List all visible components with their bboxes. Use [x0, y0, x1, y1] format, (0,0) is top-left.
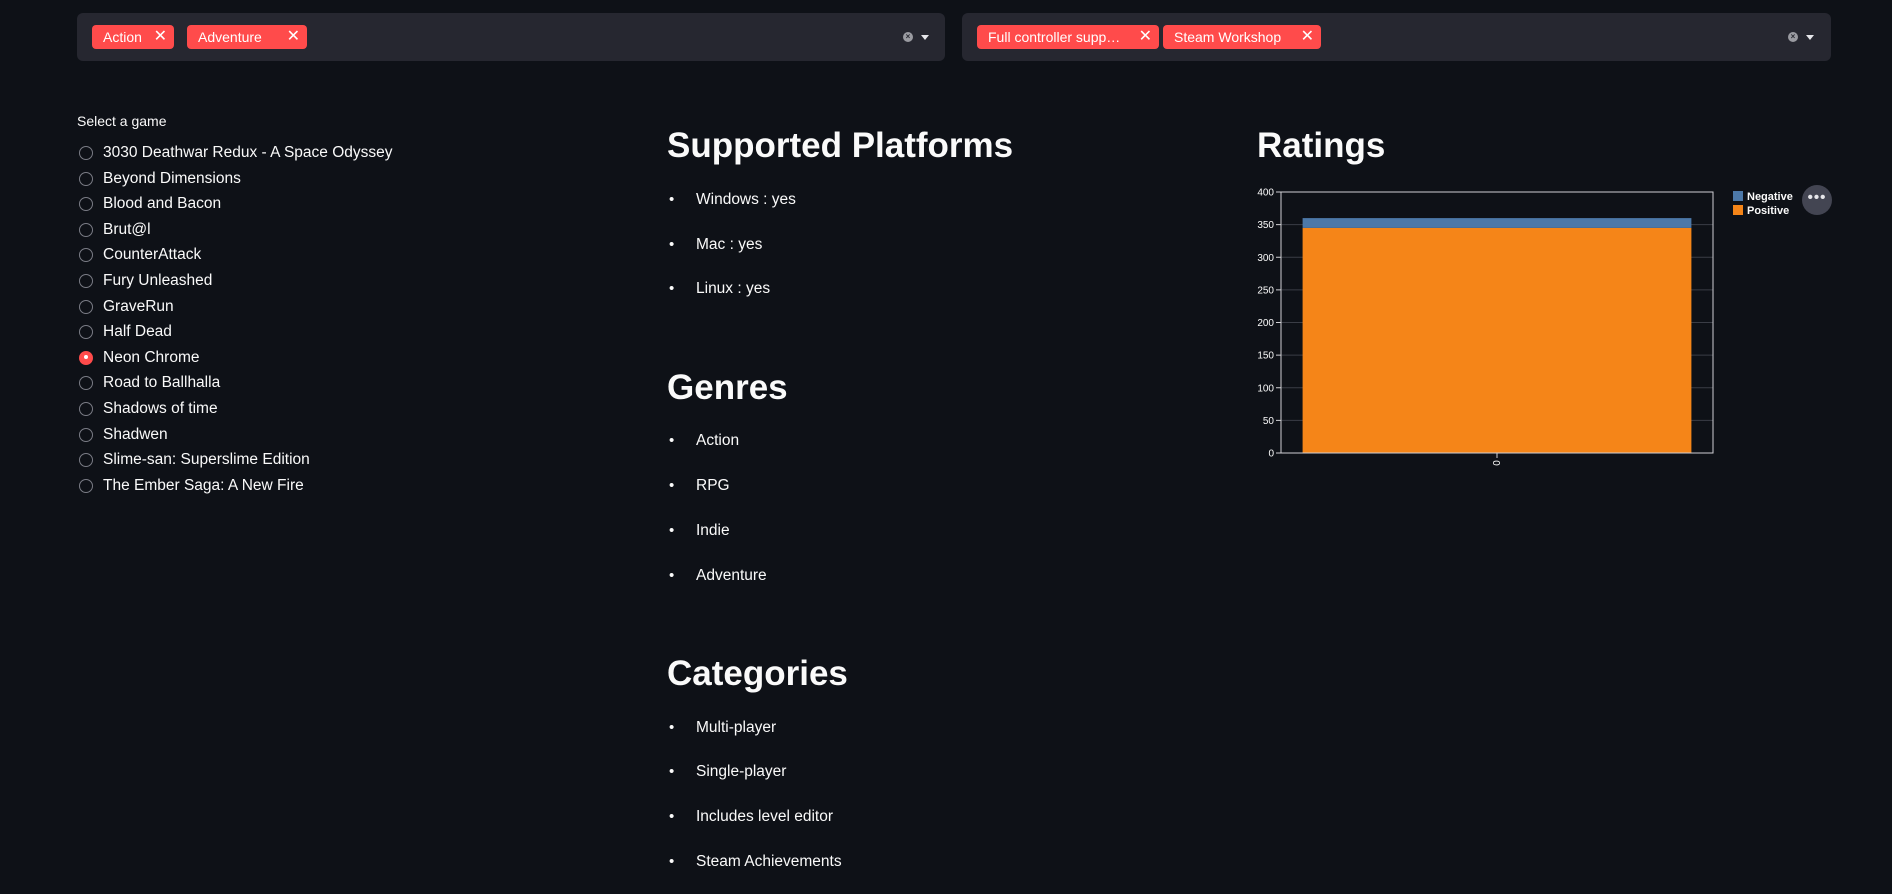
remove-tag-icon[interactable]: ✕ — [1301, 25, 1314, 49]
platform-item: • Mac : yes — [669, 236, 763, 253]
game-radio-label: Neon Chrome — [103, 348, 200, 366]
game-radio-option[interactable]: The Ember Saga: A New Fire — [79, 475, 304, 497]
game-radio-label: Shadwen — [103, 425, 168, 443]
game-radio-option[interactable]: Half Dead — [79, 321, 172, 343]
tag-label: Adventure — [198, 29, 262, 45]
game-radio-option[interactable]: Road to Ballhalla — [79, 372, 220, 394]
legend-label-negative: Negative — [1747, 191, 1793, 203]
radio-unselected-icon[interactable] — [79, 402, 93, 416]
game-radio-label: Beyond Dimensions — [103, 169, 241, 187]
radio-unselected-icon[interactable] — [79, 299, 93, 314]
platform-item: • Windows : yes — [669, 191, 796, 208]
game-radio-option[interactable]: Brut@l — [79, 219, 151, 241]
bar-positive — [1302, 227, 1692, 453]
category-item: • Multi-player — [669, 719, 777, 736]
radio-unselected-icon[interactable] — [79, 146, 93, 160]
radio-unselected-icon[interactable] — [79, 325, 93, 340]
radio-unselected-icon[interactable] — [79, 248, 93, 263]
genre-multiselect[interactable]: Action ✕ Adventure ✕ × — [77, 13, 945, 61]
game-radio-label: Half Dead — [103, 323, 172, 341]
game-radio-label: Blood and Bacon — [103, 195, 222, 213]
category-tag-steam-workshop[interactable]: Steam Workshop ✕ — [1163, 25, 1321, 49]
radio-unselected-icon[interactable] — [79, 197, 93, 212]
y-tick-label: 200 — [1257, 318, 1274, 329]
x-tick-label: 0 — [1492, 460, 1503, 466]
category-item: • Steam Achievements — [669, 853, 842, 870]
remove-tag-icon[interactable]: ✕ — [1139, 25, 1152, 49]
game-radio-option[interactable]: Fury Unleashed — [79, 270, 212, 292]
y-tick-label: 50 — [1263, 416, 1275, 427]
game-radio-option[interactable]: 3030 Deathwar Redux - A Space Odyssey — [79, 142, 393, 164]
game-radio-label: CounterAttack — [103, 246, 202, 264]
remove-tag-icon[interactable]: ✕ — [287, 25, 300, 49]
ratings-chart-svg: 0 50 100 150 200 250 300 350 400 0 Negative Positiv… — [1257, 188, 1793, 466]
game-radio-option[interactable]: GraveRun — [79, 296, 174, 318]
game-radio-label: 3030 Deathwar Redux - A Space Odyssey — [103, 144, 393, 161]
platforms-heading: Supported Platforms — [667, 126, 1014, 165]
game-radio-label: Slime-san: Superslime Edition — [103, 451, 310, 469]
chart-menu-button[interactable]: ••• — [1802, 185, 1832, 215]
y-tick-label: 250 — [1257, 285, 1274, 296]
chevron-down-icon[interactable] — [921, 35, 929, 40]
genre-tag-action[interactable]: Action ✕ — [92, 25, 174, 49]
ratings-heading: Ratings — [1257, 126, 1386, 165]
legend-swatch-positive — [1733, 205, 1743, 215]
clear-all-icon[interactable]: × — [1788, 32, 1798, 42]
radio-unselected-icon[interactable] — [79, 171, 93, 186]
tag-label: Steam Workshop — [1174, 29, 1282, 45]
clear-all-icon[interactable]: × — [903, 32, 913, 42]
radio-unselected-icon[interactable] — [79, 453, 93, 468]
game-radio-option[interactable]: CounterAttack — [79, 244, 201, 266]
game-radio-option[interactable]: Shadwen — [79, 424, 168, 446]
bar-negative — [1302, 218, 1692, 228]
legend-label-positive: Positive — [1747, 205, 1789, 217]
game-radio-option[interactable]: Beyond Dimensions — [79, 168, 241, 190]
y-tick-label: 0 — [1268, 449, 1274, 460]
genre-item: • Action — [669, 432, 740, 449]
radio-unselected-icon[interactable] — [79, 478, 93, 493]
game-radio-option[interactable]: Neon Chrome — [79, 347, 200, 369]
categories-heading: Categories — [667, 654, 848, 693]
y-tick-label: 350 — [1257, 220, 1274, 231]
genre-item: • RPG — [669, 477, 730, 494]
radio-unselected-icon[interactable] — [79, 274, 93, 288]
radio-unselected-icon[interactable] — [79, 427, 93, 442]
radio-selected-icon[interactable] — [79, 350, 93, 365]
radio-unselected-icon[interactable] — [79, 222, 93, 237]
legend-swatch-negative — [1733, 191, 1743, 201]
category-item: • Single-player — [669, 763, 787, 780]
chevron-down-icon[interactable] — [1806, 35, 1814, 40]
game-radio-option[interactable]: Blood and Bacon — [79, 193, 221, 215]
game-select-label: Select a game — [77, 113, 167, 129]
category-multiselect[interactable]: Full controller supp… ✕ Steam Workshop ✕… — [962, 13, 1831, 61]
game-radio-label: Shadows of time — [103, 400, 218, 417]
genre-item: • Adventure — [669, 567, 767, 584]
tag-label: Full controller supp… — [988, 29, 1121, 45]
ratings-chart: 0 50 100 150 200 250 300 350 400 0 Negative Positiv… — [1252, 178, 1832, 478]
radio-unselected-icon[interactable] — [79, 376, 93, 391]
game-radio-label: The Ember Saga: A New Fire — [103, 476, 304, 494]
remove-tag-icon[interactable]: ✕ — [154, 25, 167, 49]
y-tick-label: 300 — [1257, 253, 1274, 264]
category-item: • Includes level editor — [669, 808, 833, 825]
game-radio-option[interactable]: Slime-san: Superslime Edition — [79, 449, 310, 471]
platform-item: • Linux : yes — [669, 280, 771, 297]
genres-heading: Genres — [667, 368, 788, 407]
tag-label: Action — [103, 29, 142, 45]
genre-tag-adventure[interactable]: Adventure ✕ — [187, 25, 307, 49]
game-radio-label: Fury Unleashed — [103, 272, 213, 289]
genre-item: • Indie — [669, 522, 730, 539]
y-tick-label: 400 — [1257, 188, 1274, 199]
game-radio-label: Brut@l — [103, 220, 151, 238]
y-tick-label: 100 — [1257, 383, 1274, 394]
category-tag-full-controller[interactable]: Full controller supp… ✕ — [977, 25, 1159, 49]
game-radio-option[interactable]: Shadows of time — [79, 398, 218, 420]
game-radio-label: Road to Ballhalla — [103, 374, 221, 392]
game-radio-label: GraveRun — [103, 297, 174, 315]
y-tick-label: 150 — [1257, 351, 1274, 362]
